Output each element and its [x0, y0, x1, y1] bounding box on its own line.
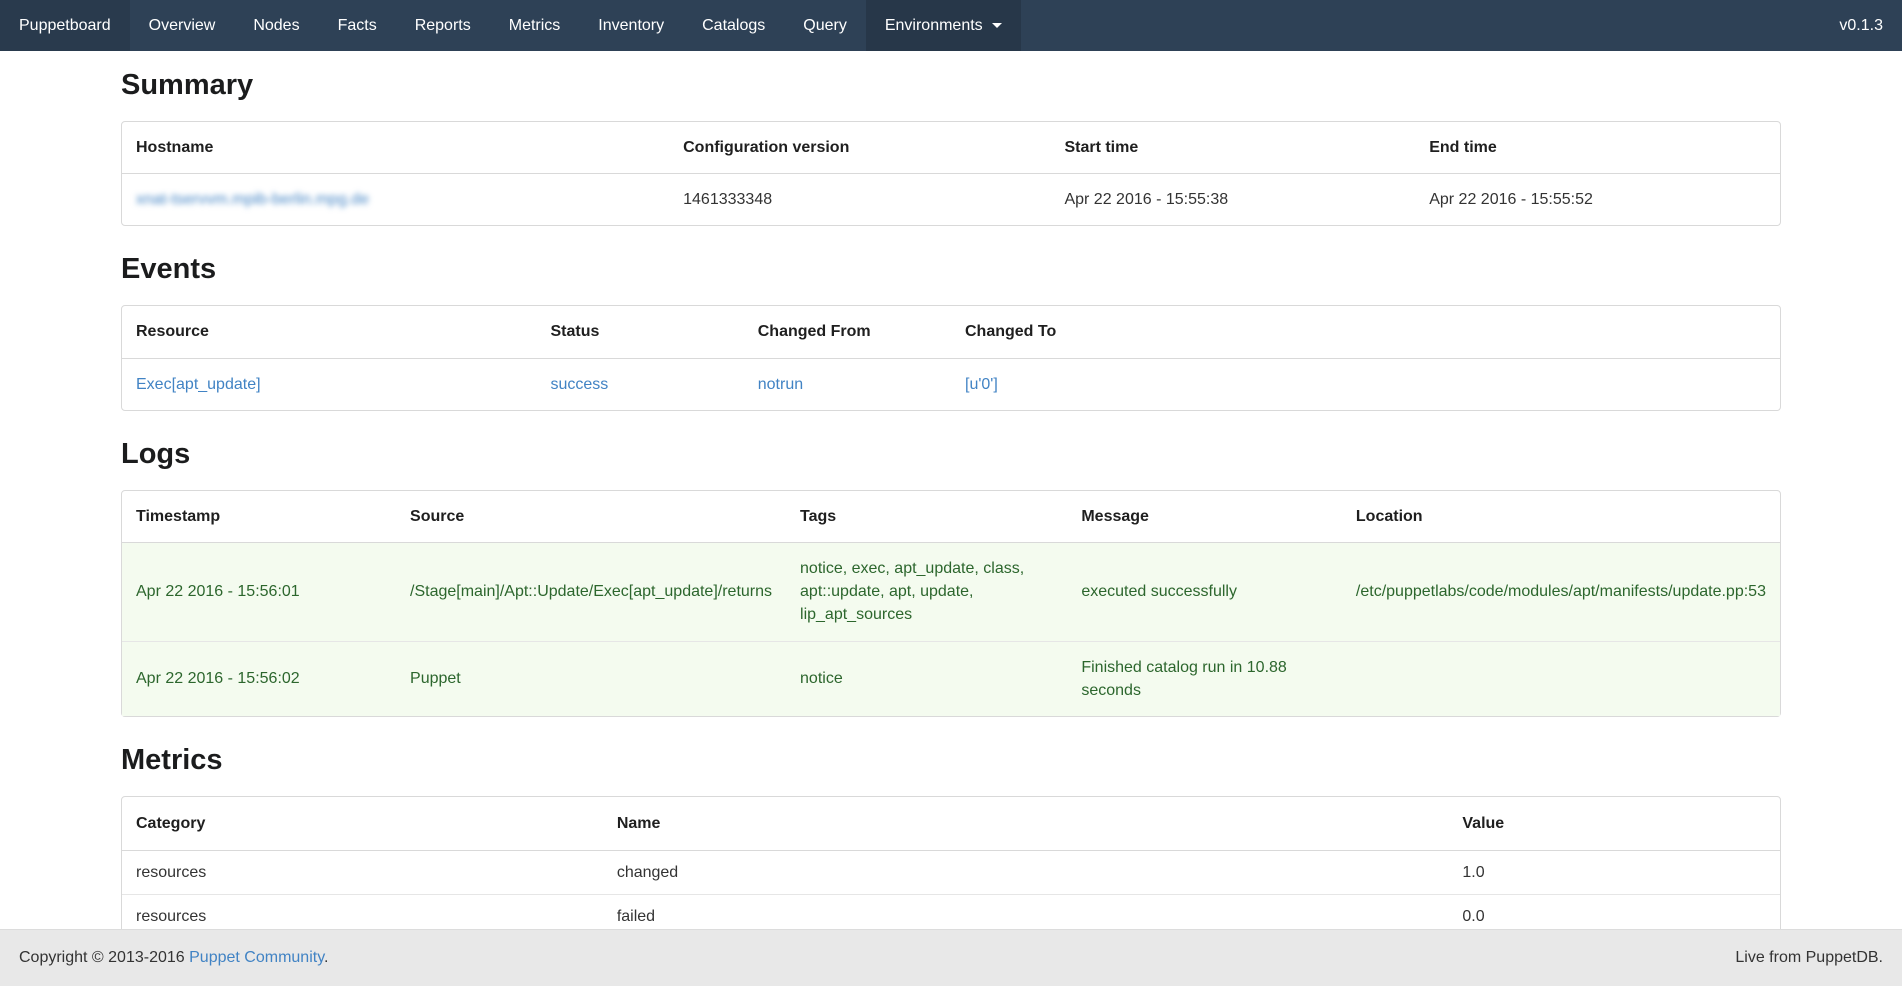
logs-header-message: Message: [1067, 491, 1342, 543]
event-changed-from-link[interactable]: notrun: [758, 376, 803, 393]
events-header-status: Status: [537, 306, 744, 358]
table-row: resources changed 1.0: [122, 851, 1780, 894]
version-label: v0.1.3: [1820, 0, 1902, 51]
table-row: xnat-tservvm.mpib-berlin.mpg.de 14613333…: [122, 174, 1780, 225]
events-heading: Events: [121, 253, 1781, 286]
metric-category: resources: [122, 851, 603, 894]
logs-header-timestamp: Timestamp: [122, 491, 396, 543]
report-page: Summary Hostname Configuration version S…: [121, 0, 1781, 986]
log-timestamp: Apr 22 2016 - 15:56:02: [122, 641, 396, 716]
nav-item-reports[interactable]: Reports: [396, 0, 490, 51]
top-navbar: Puppetboard Overview Nodes Facts Reports…: [0, 0, 1902, 51]
nav-item-environments-label: Environments: [885, 17, 983, 35]
event-changed-to-link[interactable]: [u'0']: [965, 376, 998, 393]
event-resource-link[interactable]: Exec[apt_update]: [136, 376, 261, 393]
logs-header-source: Source: [396, 491, 786, 543]
metrics-heading: Metrics: [121, 744, 1781, 777]
summary-heading: Summary: [121, 69, 1781, 102]
start-time-value: Apr 22 2016 - 15:55:38: [1050, 174, 1415, 225]
events-header-changed-from: Changed From: [744, 306, 951, 358]
footer: Copyright © 2013-2016 Puppet Community. …: [0, 929, 1902, 986]
log-tags: notice: [786, 641, 1067, 716]
metric-name: changed: [603, 851, 1449, 894]
metrics-header-category: Category: [122, 797, 603, 851]
metrics-header-row: Category Name Value: [122, 797, 1780, 851]
nav-item-facts[interactable]: Facts: [319, 0, 396, 51]
copyright-text: Copyright © 2013-2016 Puppet Community.: [19, 949, 328, 967]
summary-header-config-version: Configuration version: [669, 122, 1050, 174]
log-message: executed successfully: [1067, 543, 1342, 641]
log-source: /Stage[main]/Apt::Update/Exec[apt_update…: [396, 543, 786, 641]
summary-table: Hostname Configuration version Start tim…: [121, 121, 1781, 226]
summary-header-hostname: Hostname: [122, 122, 669, 174]
nav-item-catalogs[interactable]: Catalogs: [683, 0, 784, 51]
logs-header-tags: Tags: [786, 491, 1067, 543]
nav-item-overview[interactable]: Overview: [130, 0, 235, 51]
logs-heading: Logs: [121, 438, 1781, 471]
table-row: Apr 22 2016 - 15:56:01 /Stage[main]/Apt:…: [122, 543, 1780, 641]
logs-header-row: Timestamp Source Tags Message Location: [122, 491, 1780, 543]
logs-table: Timestamp Source Tags Message Location A…: [121, 490, 1781, 717]
puppetdb-status-text: Live from PuppetDB.: [1735, 949, 1883, 967]
copyright-prefix: Copyright © 2013-2016: [19, 949, 189, 966]
summary-header-row: Hostname Configuration version Start tim…: [122, 122, 1780, 174]
puppet-community-link[interactable]: Puppet Community: [189, 949, 324, 966]
events-header-row: Resource Status Changed From Changed To: [122, 306, 1780, 358]
metric-value: 1.0: [1448, 851, 1780, 894]
events-header-changed-to: Changed To: [951, 306, 1780, 358]
logs-header-location: Location: [1342, 491, 1780, 543]
summary-header-start-time: Start time: [1050, 122, 1415, 174]
config-version-value: 1461333348: [669, 174, 1050, 225]
events-header-resource: Resource: [122, 306, 537, 358]
brand-link[interactable]: Puppetboard: [0, 0, 130, 51]
log-message: Finished catalog run in 10.88 seconds: [1067, 641, 1342, 716]
log-location: /etc/puppetlabs/code/modules/apt/manifes…: [1342, 543, 1780, 641]
metrics-header-name: Name: [603, 797, 1449, 851]
table-row: Apr 22 2016 - 15:56:02 Puppet notice Fin…: [122, 641, 1780, 716]
log-timestamp: Apr 22 2016 - 15:56:01: [122, 543, 396, 641]
events-table: Resource Status Changed From Changed To …: [121, 305, 1781, 410]
log-location: [1342, 641, 1780, 716]
nav-item-metrics[interactable]: Metrics: [490, 0, 580, 51]
nav-item-environments-dropdown[interactable]: Environments: [866, 0, 1021, 51]
hostname-link[interactable]: xnat-tservvm.mpib-berlin.mpg.de: [136, 191, 369, 208]
navbar-spacer: [1021, 0, 1821, 51]
metrics-header-value: Value: [1448, 797, 1780, 851]
end-time-value: Apr 22 2016 - 15:55:52: [1415, 174, 1780, 225]
table-row: Exec[apt_update] success notrun [u'0']: [122, 359, 1780, 410]
log-source: Puppet: [396, 641, 786, 716]
nav-item-nodes[interactable]: Nodes: [234, 0, 318, 51]
event-status-link[interactable]: success: [551, 376, 609, 393]
summary-header-end-time: End time: [1415, 122, 1780, 174]
nav-item-query[interactable]: Query: [784, 0, 866, 51]
nav-item-inventory[interactable]: Inventory: [579, 0, 683, 51]
copyright-suffix: .: [324, 949, 328, 966]
chevron-down-icon: [992, 23, 1002, 28]
log-tags: notice, exec, apt_update, class, apt::up…: [786, 543, 1067, 641]
